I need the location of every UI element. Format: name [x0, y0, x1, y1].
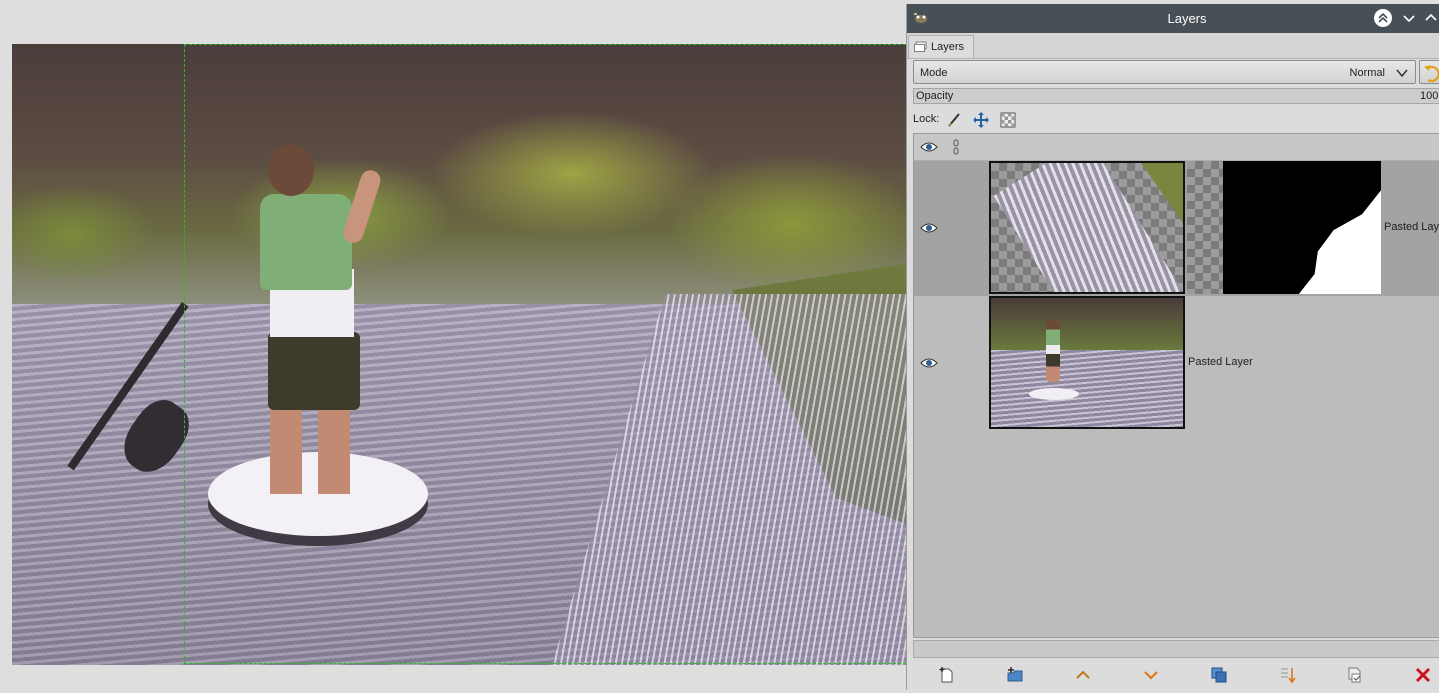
mode-row: Mode Normal	[913, 60, 1439, 86]
reset-mode-icon	[1424, 65, 1439, 83]
mode-label: Mode	[920, 67, 948, 79]
shade-window-icon[interactable]	[1374, 9, 1392, 27]
layer-visibility-eye-icon[interactable]	[920, 222, 938, 234]
lock-label: Lock:	[913, 113, 940, 125]
tab-layers-label: Layers	[931, 41, 965, 53]
lock-row: Lock:	[913, 109, 1439, 131]
layer-row[interactable]: Pasted Laye	[914, 161, 1439, 296]
tab-layers[interactable]: Layers	[908, 35, 974, 58]
chevron-down-icon	[1396, 69, 1408, 78]
layer-name[interactable]: Pasted Layer	[1188, 356, 1253, 368]
layers-dock: Layers Layers Mode Normal Opacity 100 Lo…	[906, 4, 1439, 690]
layers-icon	[914, 41, 927, 52]
mode-value: Normal	[1349, 67, 1385, 79]
anchor-layer-icon[interactable]	[1277, 665, 1297, 685]
chain-link-icon[interactable]	[951, 139, 961, 155]
minimize-icon[interactable]	[1400, 9, 1418, 27]
thumbnail-paddleboard	[1029, 388, 1079, 400]
new-layer-icon[interactable]	[937, 665, 957, 685]
image-boy-legs	[270, 404, 350, 494]
visibility-column-eye-icon[interactable]	[920, 141, 938, 153]
lock-position-icon[interactable]	[972, 111, 990, 129]
maximize-icon[interactable]	[1422, 9, 1439, 27]
thumbnail-boy	[1046, 320, 1060, 382]
canvas-image[interactable]	[12, 44, 906, 665]
new-layer-group-icon[interactable]	[1005, 665, 1025, 685]
image-boy-shorts	[268, 332, 360, 410]
image-boy-life-vest	[260, 194, 352, 290]
opacity-label: Opacity	[916, 90, 954, 102]
merge-layer-icon[interactable]	[1345, 665, 1365, 685]
dock-tab-bar: Layers	[907, 33, 1439, 59]
layer-thumbnail[interactable]	[989, 161, 1185, 294]
duplicate-layer-icon[interactable]	[1209, 665, 1229, 685]
delete-layer-icon[interactable]	[1413, 665, 1433, 685]
lock-pixels-icon[interactable]	[945, 111, 963, 129]
lock-alpha-icon[interactable]	[999, 111, 1017, 129]
thumbnail-trees	[991, 298, 1183, 350]
layers-button-bar	[907, 660, 1439, 690]
layer-mask-thumbnail[interactable]	[1187, 161, 1381, 294]
image-canvas[interactable]	[0, 0, 906, 693]
layer-visibility-eye-icon[interactable]	[920, 357, 938, 369]
layer-list-scrollbar[interactable]	[913, 640, 1439, 658]
dock-title: Layers	[1167, 11, 1207, 26]
mode-select[interactable]: Mode Normal	[913, 60, 1416, 84]
layer-name[interactable]: Pasted Laye	[1384, 221, 1439, 233]
dock-titlebar[interactable]: Layers	[907, 4, 1439, 33]
thumbnail-water	[991, 349, 1183, 427]
mode-reset-button[interactable]	[1419, 60, 1439, 84]
layer-thumbnail[interactable]	[989, 296, 1185, 429]
layer-list-header	[914, 134, 1439, 161]
opacity-slider[interactable]: Opacity 100.	[913, 88, 1439, 104]
opacity-value: 100.	[1420, 90, 1439, 102]
layer-list[interactable]: Pasted Laye Pasted Layer	[913, 133, 1439, 638]
raise-layer-icon[interactable]	[1073, 665, 1093, 685]
layer-row[interactable]: Pasted Layer	[914, 296, 1439, 431]
lower-layer-icon[interactable]	[1141, 665, 1161, 685]
image-boy-head	[268, 144, 314, 196]
